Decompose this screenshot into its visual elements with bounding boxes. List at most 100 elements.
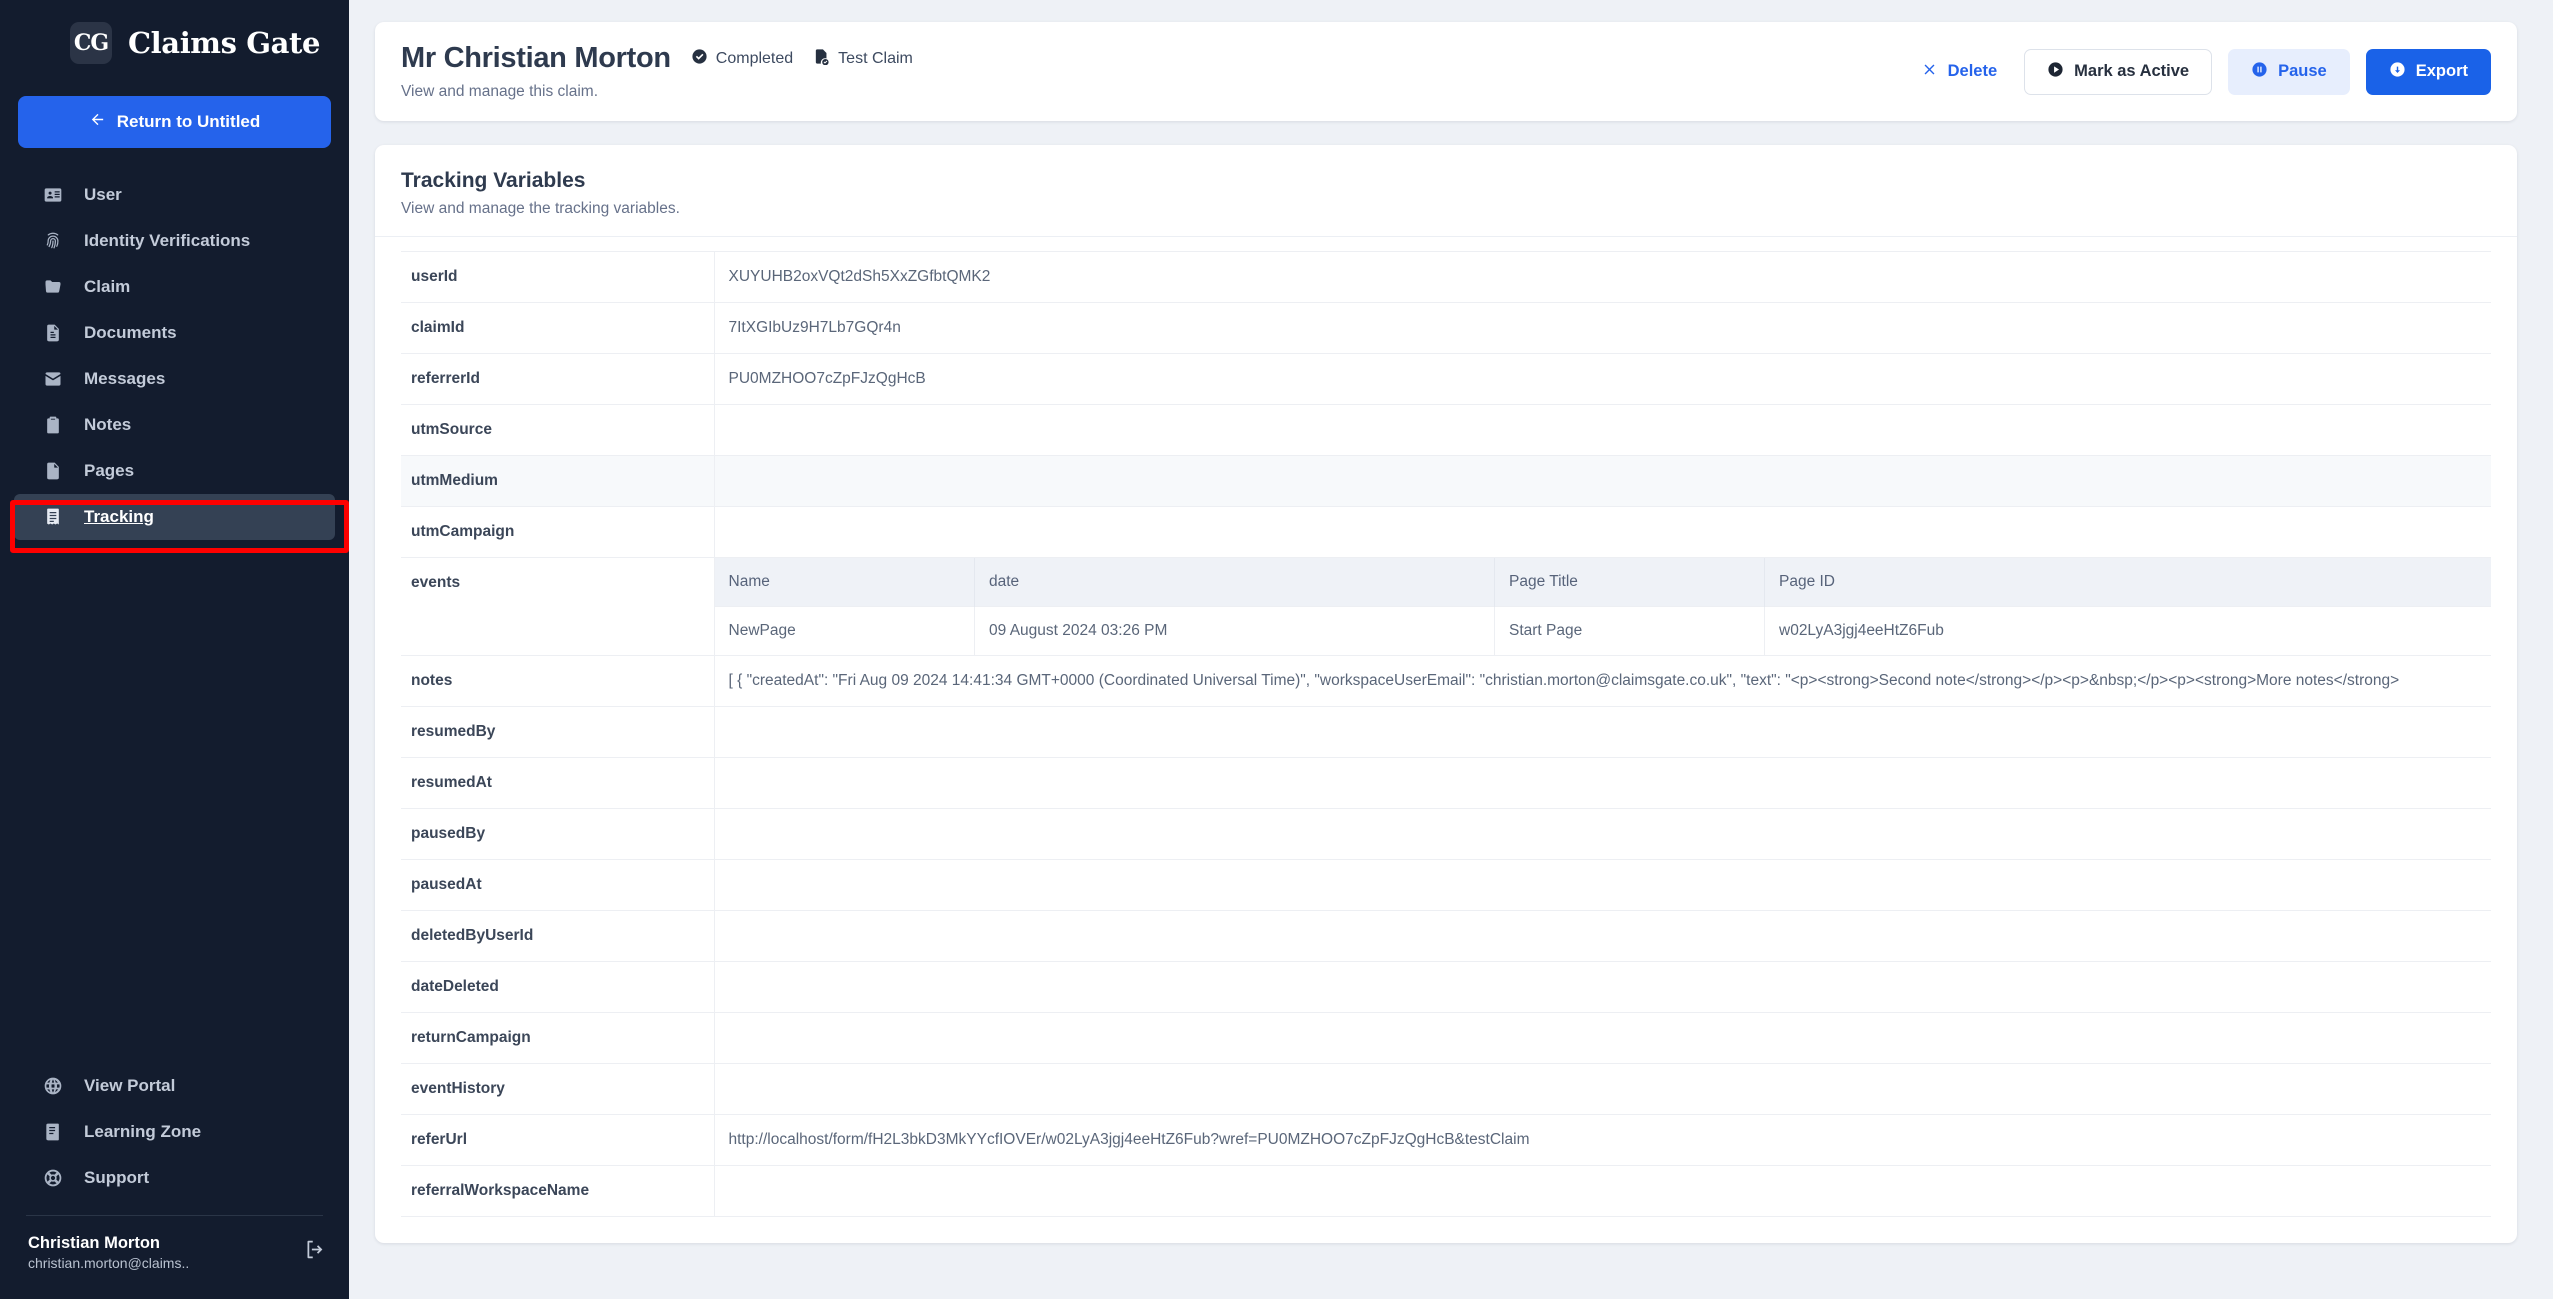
arrow-left-icon <box>89 111 106 133</box>
status-badge-label: Completed <box>715 49 794 67</box>
mark-as-active-button-label: Mark as Active <box>2074 62 2190 80</box>
fingerprint-icon <box>42 230 64 252</box>
return-button-label: Return to Untitled <box>116 112 261 131</box>
sidebar-item-view-portal[interactable]: View Portal <box>14 1063 335 1109</box>
table-row: pausedAt <box>401 859 2491 911</box>
events-cell-page-id: w02LyA3jgj4eeHtZ6Fub <box>1764 606 2491 655</box>
row-key: utmMedium <box>401 455 715 507</box>
row-value <box>714 1013 2491 1064</box>
row-key: eventHistory <box>401 1063 715 1115</box>
user-info: Christian Morton christian.morton@claims… <box>28 1232 292 1273</box>
row-value <box>714 962 2491 1013</box>
main-content: Mr Christian Morton Completed Test Claim <box>349 0 2553 1299</box>
sidebar-item-label: Identity Verifications <box>84 231 251 250</box>
book-icon <box>42 1121 64 1143</box>
row-key: utmSource <box>401 404 715 456</box>
section-subtitle: View and manage the tracking variables. <box>401 200 680 217</box>
row-value: PU0MZHOO7cZpFJzQgHcB <box>728 370 926 387</box>
app-root: CG Claims Gate Return to Untitled User I… <box>0 0 2553 1299</box>
clipboard-icon <box>42 414 64 436</box>
sidebar-item-label: Support <box>84 1167 150 1187</box>
tracking-variables-card: Tracking Variables View and manage the t… <box>375 145 2517 1243</box>
row-key: deletedByUserId <box>401 910 715 962</box>
row-value: 7ItXGIbUz9H7Lb7GQr4n <box>728 319 901 336</box>
pause-circle-icon <box>2251 61 2268 83</box>
sidebar-item-claim[interactable]: Claim <box>14 264 335 310</box>
table-row: resumedAt <box>401 757 2491 809</box>
row-value <box>714 809 2491 860</box>
table-row: eventHistory <box>401 1063 2491 1115</box>
table-row: claimId 7ItXGIbUz9H7Lb7GQr4n <box>401 302 2491 354</box>
user-name: Christian Morton <box>28 1233 160 1252</box>
title-row: Mr Christian Morton Completed Test Claim <box>401 42 1910 75</box>
brand: CG Claims Gate <box>0 0 349 82</box>
row-key: utmCampaign <box>401 506 715 558</box>
sidebar-item-messages[interactable]: Messages <box>14 356 335 402</box>
table-row-events: events Name date Page Title Page ID NewP… <box>401 557 2491 656</box>
table-row: resumedBy <box>401 706 2491 758</box>
events-column-header: Page ID <box>1764 558 2491 607</box>
row-value <box>714 911 2491 962</box>
sidebar-item-learning-zone[interactable]: Learning Zone <box>14 1109 335 1155</box>
sidebar-item-pages[interactable]: Pages <box>14 448 335 494</box>
table-row: utmSource <box>401 404 2491 456</box>
mark-as-active-button[interactable]: Mark as Active <box>2024 48 2213 95</box>
row-key: referrerId <box>401 353 715 405</box>
row-value <box>714 758 2491 809</box>
sidebar-item-label: Learning Zone <box>84 1121 202 1141</box>
table-row: deletedByUserId <box>401 910 2491 962</box>
document-icon <box>42 322 64 344</box>
table-row: dateDeleted <box>401 961 2491 1013</box>
user-email: christian.morton@claims.. <box>28 1255 190 1272</box>
row-value: http://localhost/form/fH2L3bkD3MkYYcfIOV… <box>728 1131 1530 1148</box>
row-key: resumedBy <box>401 706 715 758</box>
events-cell-date: 09 August 2024 03:26 PM <box>974 606 1495 655</box>
sidebar-item-label: User <box>84 185 122 204</box>
id-card-icon <box>42 184 64 206</box>
row-value <box>714 1166 2491 1217</box>
events-cell-page-title: Start Page <box>1494 606 1765 655</box>
envelope-icon <box>42 368 64 390</box>
tracking-variables-table: userId XUYUHB2oxVQt2dSh5XxZGfbtQMK2 clai… <box>401 251 2491 1217</box>
table-row: returnCampaign <box>401 1012 2491 1064</box>
sidebar-item-label: Messages <box>84 369 166 388</box>
sidebar-item-support[interactable]: Support <box>14 1155 335 1201</box>
logout-icon[interactable] <box>304 1239 325 1265</box>
sidebar-item-label: View Portal <box>84 1075 176 1095</box>
page-subtitle: View and manage this claim. <box>401 83 599 100</box>
events-column-header: Name <box>714 558 975 607</box>
return-to-untitled-button[interactable]: Return to Untitled <box>18 96 331 148</box>
sidebar-item-identity-verifications[interactable]: Identity Verifications <box>14 218 335 264</box>
row-key: resumedAt <box>401 757 715 809</box>
play-circle-icon <box>2047 61 2064 83</box>
row-key: referralWorkspaceName <box>401 1165 715 1217</box>
sidebar-item-tracking[interactable]: Tracking <box>14 494 335 540</box>
row-value <box>714 860 2491 911</box>
sidebar-item-notes[interactable]: Notes <box>14 402 335 448</box>
table-row: referrerId PU0MZHOO7cZpFJzQgHcB <box>401 353 2491 405</box>
export-button[interactable]: Export <box>2365 48 2491 95</box>
claim-type-badge-label: Test Claim <box>838 49 913 67</box>
sidebar-item-user[interactable]: User <box>14 172 335 218</box>
sidebar-item-documents[interactable]: Documents <box>14 310 335 356</box>
row-key: referUrl <box>401 1114 715 1166</box>
sidebar-nav: User Identity Verifications Claim Docume… <box>0 172 349 540</box>
claim-header-card: Mr Christian Morton Completed Test Claim <box>375 22 2517 121</box>
table-row: utmMedium <box>401 455 2491 507</box>
row-key: dateDeleted <box>401 961 715 1013</box>
row-value <box>714 507 2491 558</box>
delete-button[interactable]: Delete <box>1910 49 2009 95</box>
export-button-label: Export <box>2415 62 2468 80</box>
row-value <box>714 456 2491 507</box>
file-check-icon <box>813 48 830 70</box>
table-row: notes [ { "createdAt": "Fri Aug 09 2024 … <box>401 655 2491 707</box>
pause-button[interactable]: Pause <box>2228 48 2350 95</box>
folder-icon <box>42 276 64 298</box>
sidebar-user-block[interactable]: Christian Morton christian.morton@claims… <box>0 1216 349 1293</box>
sidebar-item-label: Notes <box>84 415 132 434</box>
events-table-row: NewPage 09 August 2024 03:26 PM Start Pa… <box>714 606 2491 655</box>
table-row: userId XUYUHB2oxVQt2dSh5XxZGfbtQMK2 <box>401 251 2491 303</box>
sidebar-item-label: Tracking <box>84 507 154 526</box>
row-key: claimId <box>401 302 715 354</box>
